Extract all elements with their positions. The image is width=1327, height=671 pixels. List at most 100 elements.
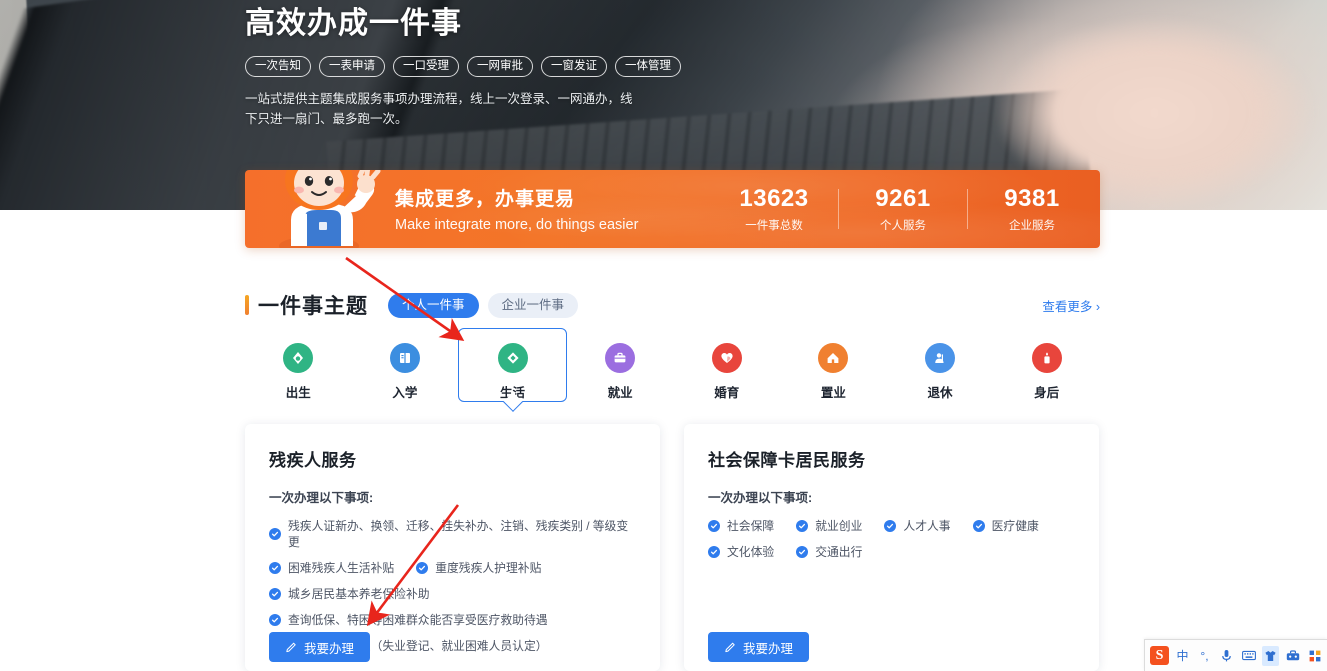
section-accent-bar bbox=[245, 295, 249, 315]
section-title: 一件事主题 bbox=[258, 295, 368, 318]
check-icon bbox=[708, 520, 720, 532]
category-label: 婚育 bbox=[714, 386, 740, 400]
card-subtitle: 一次办理以下事项: bbox=[269, 491, 374, 505]
list-item-label: 人才人事 bbox=[903, 519, 951, 533]
tab-personal[interactable]: 个人一件事 bbox=[388, 292, 479, 318]
list-item: 交通出行 bbox=[796, 544, 862, 560]
heart-icon bbox=[711, 343, 742, 373]
keyboard-icon[interactable] bbox=[1240, 646, 1257, 666]
microphone-icon[interactable] bbox=[1218, 646, 1235, 666]
banner-text-block: 集成更多，办事更易 Make integrate more, do things… bbox=[395, 184, 638, 233]
hero-tag: 一口受理 bbox=[393, 56, 459, 77]
apply-button[interactable]: 我要办理 bbox=[269, 632, 371, 662]
hero-tag: 一表申请 bbox=[319, 56, 385, 77]
chinese-mode-icon[interactable]: 中 bbox=[1174, 646, 1191, 666]
list-item: 文化体验 bbox=[708, 544, 774, 560]
service-cards: 残疾人服务 一次办理以下事项: 残疾人证新办、换领、迁移、挂失补办、注销、残疾类… bbox=[245, 424, 1100, 671]
card-item-list: 社会保障 就业创业 人才人事 医疗健康 文化体验 交通出行 bbox=[708, 518, 1075, 560]
sogou-logo-icon[interactable]: S bbox=[1150, 646, 1169, 665]
check-icon bbox=[708, 546, 720, 558]
list-item-row: 困难残疾人生活补贴 重度残疾人护理补贴 bbox=[269, 560, 636, 576]
pencil-icon bbox=[286, 642, 296, 652]
category-item-afterlife[interactable]: 身后 bbox=[993, 333, 1100, 407]
life-diamond-icon bbox=[497, 343, 528, 373]
birth-drop-icon bbox=[283, 343, 314, 373]
stat-label: 企业服务 bbox=[1009, 220, 1055, 232]
category-item-life[interactable]: 生活 bbox=[458, 328, 567, 412]
stat-label: 个人服务 bbox=[880, 220, 926, 232]
banner-title: 集成更多，办事更易 bbox=[395, 189, 576, 210]
category-item-retirement[interactable]: 退休 bbox=[887, 333, 994, 407]
chevron-right-icon: › bbox=[1095, 299, 1100, 314]
toolbox-icon[interactable] bbox=[1284, 646, 1301, 666]
check-icon bbox=[269, 562, 281, 574]
service-card-social-security: 社会保障卡居民服务 一次办理以下事项: 社会保障 就业创业 人才人事 医疗健康 … bbox=[684, 424, 1099, 671]
apply-button-label: 我要办理 bbox=[743, 641, 794, 656]
banner-subtitle: Make integrate more, do things easier bbox=[395, 217, 639, 233]
stat-value: 13623 bbox=[739, 185, 809, 212]
category-label: 置业 bbox=[820, 386, 846, 400]
list-item: 查询低保、特困等困难群众能否享受医疗救助待遇 bbox=[269, 612, 636, 628]
stat-divider bbox=[967, 189, 968, 229]
category-icon-row: 出生 入学 生活 就业 婚育 bbox=[245, 328, 1100, 412]
card-subtitle: 一次办理以下事项: bbox=[708, 491, 813, 505]
service-card-disability: 残疾人服务 一次办理以下事项: 残疾人证新办、换领、迁移、挂失补办、注销、残疾类… bbox=[245, 424, 660, 671]
list-item-row: 社会保障 就业创业 人才人事 医疗健康 bbox=[708, 518, 1075, 534]
tab-enterprise[interactable]: 企业一件事 bbox=[487, 292, 579, 318]
house-icon bbox=[818, 343, 849, 373]
category-item-employment[interactable]: 就业 bbox=[567, 333, 674, 407]
list-item-label: 残疾人证新办、换领、迁移、挂失补办、注销、残疾类别 / 等级变更 bbox=[288, 519, 629, 549]
list-item-label: 社会保障 bbox=[727, 519, 775, 533]
list-item-label: 重度残疾人护理补贴 bbox=[435, 561, 542, 575]
view-more-link[interactable]: 查看更多 › bbox=[1042, 296, 1100, 315]
list-item: 困难残疾人生活补贴 bbox=[269, 560, 394, 576]
candle-icon bbox=[1031, 343, 1062, 373]
list-item: 残疾人证新办、换领、迁移、挂失补办、注销、残疾类别 / 等级变更 bbox=[269, 518, 636, 550]
category-item-marriage[interactable]: 婚育 bbox=[674, 333, 781, 407]
check-icon bbox=[269, 588, 281, 600]
stat-item: 13623 一件事总数 bbox=[720, 185, 828, 233]
page-root: 高效办成一件事 一次告知 一表申请 一口受理 一网审批 一窗发证 一体管理 一站… bbox=[0, 0, 1327, 671]
list-item: 就业创业 bbox=[796, 518, 862, 534]
list-item-row: 文化体验 交通出行 bbox=[708, 544, 1075, 560]
check-icon bbox=[796, 546, 809, 558]
hero-tag: 一网审批 bbox=[467, 56, 533, 77]
check-icon bbox=[884, 520, 897, 532]
category-item-birth[interactable]: 出生 bbox=[245, 333, 352, 407]
hero-description: 一站式提供主题集成服务事项办理流程，线上一次登录、一网通办，线下只进一扇门、最多… bbox=[245, 92, 633, 126]
statistics-group: 13623 一件事总数 9261 个人服务 9381 企业服务 bbox=[720, 180, 1086, 238]
integration-banner: 集成更多，办事更易 Make integrate more, do things… bbox=[245, 170, 1100, 248]
check-icon bbox=[796, 520, 809, 532]
skin-icon[interactable] bbox=[1262, 645, 1279, 666]
retire-person-icon bbox=[925, 343, 956, 373]
check-icon bbox=[269, 614, 281, 626]
list-item: 医疗健康 bbox=[972, 518, 1039, 534]
apps-grid-icon[interactable] bbox=[1306, 646, 1323, 666]
category-item-housing[interactable]: 置业 bbox=[780, 333, 887, 407]
check-icon bbox=[269, 528, 281, 540]
list-item-label: 查询低保、特困等困难群众能否享受医疗救助待遇 bbox=[288, 613, 548, 627]
card-title: 残疾人服务 bbox=[269, 451, 357, 470]
stat-item: 9381 企业服务 bbox=[978, 185, 1086, 233]
category-item-school[interactable]: 入学 bbox=[352, 333, 459, 407]
list-item-label: 医疗健康 bbox=[991, 519, 1039, 533]
punctuation-icon[interactable]: °, bbox=[1196, 646, 1213, 666]
stat-value: 9381 bbox=[1004, 185, 1060, 212]
section-tabs: 个人一件事 企业一件事 bbox=[388, 292, 579, 318]
list-item: 重度残疾人护理补贴 bbox=[416, 560, 541, 576]
apply-button-label: 我要办理 bbox=[304, 641, 355, 656]
apply-button[interactable]: 我要办理 bbox=[708, 632, 810, 662]
list-item-label: 就业创业 bbox=[815, 519, 863, 533]
list-item: 城乡居民基本养老保险补助 bbox=[269, 586, 636, 602]
category-label: 身后 bbox=[1034, 386, 1060, 400]
section-header: 一件事主题 个人一件事 企业一件事 查看更多 › bbox=[245, 290, 1100, 320]
hero-content: 高效办成一件事 一次告知 一表申请 一口受理 一网审批 一窗发证 一体管理 一站… bbox=[245, 0, 865, 129]
list-item: 社会保障 bbox=[708, 518, 774, 534]
ime-toolbar[interactable]: S 中 °, bbox=[1144, 639, 1327, 671]
category-label: 出生 bbox=[285, 386, 311, 400]
stat-divider bbox=[838, 189, 839, 229]
stat-value: 9261 bbox=[875, 185, 931, 212]
hero-tag: 一次告知 bbox=[245, 56, 311, 77]
check-icon bbox=[972, 520, 985, 532]
view-more-label: 查看更多 bbox=[1042, 299, 1093, 314]
